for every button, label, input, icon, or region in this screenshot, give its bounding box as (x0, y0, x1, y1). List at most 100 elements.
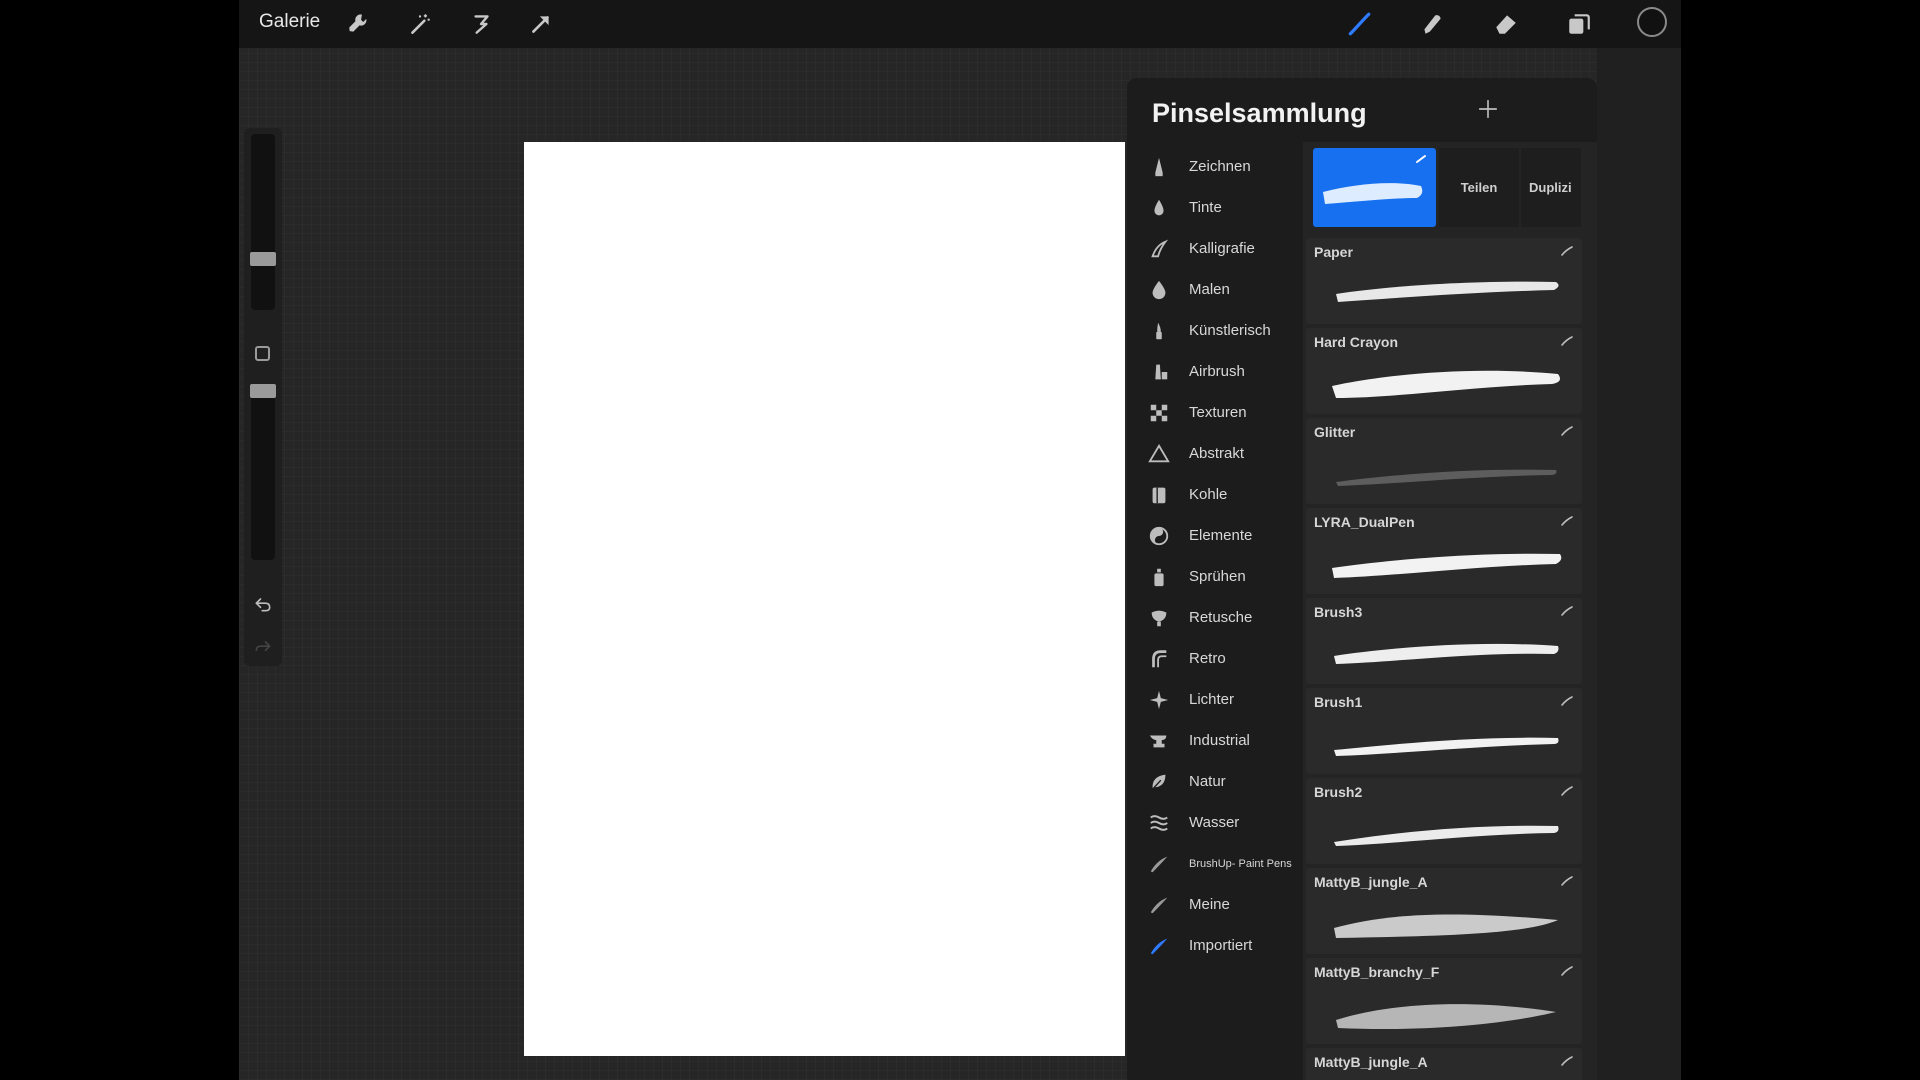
paint-drop-icon (1147, 278, 1171, 302)
brush-item[interactable]: Hard Crayon (1306, 328, 1582, 414)
panel-title: Pinselsammlung (1152, 98, 1367, 128)
move-arrow-icon[interactable] (526, 9, 556, 39)
wrench-icon[interactable] (344, 9, 374, 39)
opacity-thumb[interactable] (250, 384, 276, 398)
brush-pen-indicator-icon (1560, 694, 1574, 708)
brush-library-panel: Pinselsammlung Zeichnen Tinte Kalligrafie M… (1127, 78, 1597, 1080)
brush-set-8[interactable]: Kohle (1127, 474, 1302, 515)
top-toolbar: Galerie (239, 0, 1681, 48)
leaf-icon (1147, 770, 1171, 794)
brush-set-13[interactable]: Lichter (1127, 679, 1302, 720)
brush-set-17[interactable]: BrushUp- Paint Pens (1127, 843, 1302, 884)
brush-set-0[interactable]: Zeichnen (1127, 146, 1302, 187)
duplicate-button[interactable]: Duplizi (1521, 148, 1581, 227)
brush-set-label: Importiert (1189, 937, 1253, 954)
stroke-icon (1147, 893, 1171, 917)
brush-set-label: Airbrush (1189, 363, 1245, 380)
brush-stroke-preview (1326, 534, 1566, 590)
add-brush-set-icon[interactable] (1474, 95, 1502, 123)
brush-list: Teilen Duplizi Paper Hard Crayon Glitter LY… (1303, 142, 1597, 1080)
brush-item[interactable]: Glitter (1306, 418, 1582, 504)
brush-set-12[interactable]: Retro (1127, 638, 1302, 679)
brush-name: MattyB_jungle_A (1314, 874, 1428, 890)
brush-set-2[interactable]: Kalligrafie (1127, 228, 1302, 269)
brush-set-10[interactable]: Sprühen (1127, 556, 1302, 597)
calligraphy-icon (1147, 237, 1171, 261)
brush-set-label: Texturen (1189, 404, 1247, 421)
brush-size-slider[interactable] (251, 134, 275, 310)
undo-icon[interactable] (252, 593, 274, 615)
brush-set-label: Zeichnen (1189, 158, 1251, 175)
brush-set-16[interactable]: Wasser (1127, 802, 1302, 843)
brush-stroke-preview (1326, 444, 1566, 500)
procreate-app: Galerie Pinselsammlung Zeichnen Tinte Ka… (239, 0, 1681, 1080)
brush-set-6[interactable]: Texturen (1127, 392, 1302, 433)
brush-set-label: Kalligrafie (1189, 240, 1255, 257)
waves-icon (1147, 811, 1171, 835)
brush-set-15[interactable]: Natur (1127, 761, 1302, 802)
brush-name: Hard Crayon (1314, 334, 1399, 350)
artistic-brush-icon (1147, 319, 1171, 343)
brush-set-18[interactable]: Meine (1127, 884, 1302, 925)
brush-item[interactable]: MattyB_jungle_A (1306, 1048, 1582, 1080)
brush-name: Brush2 (1314, 784, 1363, 800)
redo-icon[interactable] (252, 636, 274, 658)
airbrush-icon (1147, 360, 1171, 384)
brush-set-7[interactable]: Abstrakt (1127, 433, 1302, 474)
brush-set-14[interactable]: Industrial (1127, 720, 1302, 761)
brush-set-5[interactable]: Airbrush (1127, 351, 1302, 392)
brush-set-label: Wasser (1189, 814, 1240, 831)
brush-name: Brush1 (1314, 694, 1363, 710)
brush-item[interactable]: Brush3 (1306, 598, 1582, 684)
opacity-slider[interactable] (251, 384, 275, 560)
selection-icon[interactable] (466, 9, 496, 39)
brush-pen-indicator-icon (1560, 604, 1574, 618)
brush-item[interactable]: Brush1 (1306, 688, 1582, 774)
brush-icon[interactable] (1344, 9, 1374, 39)
brush-pen-indicator-icon (1560, 514, 1574, 528)
brush-item[interactable]: MattyB_jungle_A (1306, 868, 1582, 954)
active-set-thumbnail[interactable] (1313, 148, 1436, 227)
touchup-icon (1147, 606, 1171, 630)
brush-set-11[interactable]: Retusche (1127, 597, 1302, 638)
right-gutter (1597, 48, 1681, 1080)
brush-set-label: Abstrakt (1189, 445, 1245, 462)
brush-item[interactable]: LYRA_DualPen (1306, 508, 1582, 594)
gallery-button[interactable]: Galerie (259, 11, 320, 33)
brush-set-label: Elemente (1189, 527, 1253, 544)
eraser-icon[interactable] (1491, 9, 1521, 39)
color-picker-button[interactable] (1637, 7, 1667, 37)
smudge-icon[interactable] (1417, 9, 1447, 39)
brush-set-9[interactable]: Elemente (1127, 515, 1302, 556)
brush-name: MattyB_branchy_F (1314, 964, 1440, 980)
modify-button[interactable] (255, 346, 270, 361)
retro-icon (1147, 647, 1171, 671)
magic-wand-icon[interactable] (405, 9, 435, 39)
layers-icon[interactable] (1564, 9, 1594, 39)
brush-size-thumb[interactable] (250, 252, 276, 267)
share-button[interactable]: Teilen (1439, 148, 1519, 227)
brush-set-label: Retusche (1189, 609, 1253, 626)
sparkle-icon (1147, 688, 1171, 712)
brush-set-4[interactable]: Künstlerisch (1127, 310, 1302, 351)
brush-pen-indicator-icon (1560, 334, 1574, 348)
texture-icon (1147, 401, 1171, 425)
brush-pen-indicator-icon (1560, 1054, 1574, 1068)
brush-pen-indicator-icon (1560, 244, 1574, 258)
brush-name: LYRA_DualPen (1314, 514, 1415, 530)
brush-item[interactable]: Paper (1306, 238, 1582, 324)
brush-set-label: Meine (1189, 896, 1230, 913)
brush-set-3[interactable]: Malen (1127, 269, 1302, 310)
anvil-icon (1147, 729, 1171, 753)
brush-set-1[interactable]: Tinte (1127, 187, 1302, 228)
spray-can-icon (1147, 565, 1171, 589)
brush-set-label: Kohle (1189, 486, 1228, 503)
brush-item[interactable]: Brush2 (1306, 778, 1582, 864)
brush-set-label: Malen (1189, 281, 1230, 298)
drawing-canvas[interactable] (524, 142, 1125, 1056)
left-sidebar (244, 128, 282, 666)
brush-item[interactable]: MattyB_branchy_F (1306, 958, 1582, 1044)
brush-pen-indicator-icon (1560, 784, 1574, 798)
brush-pen-indicator-icon (1560, 964, 1574, 978)
brush-set-19[interactable]: Importiert (1127, 925, 1302, 966)
